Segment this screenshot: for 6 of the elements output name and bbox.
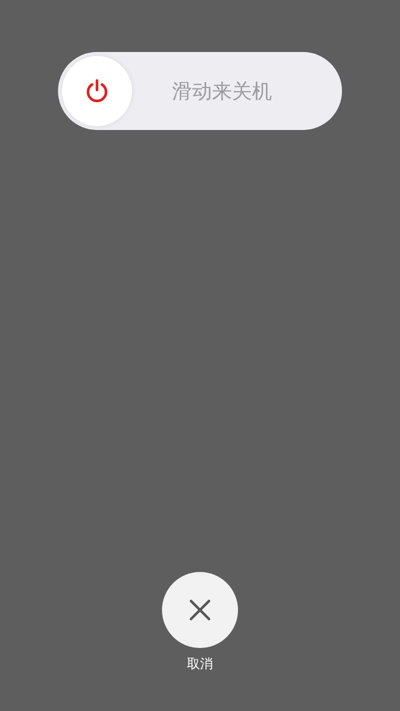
power-icon: [84, 78, 110, 104]
cancel-label: 取消: [187, 656, 213, 673]
slide-label: 滑动来关机: [171, 78, 273, 104]
power-off-slider[interactable]: 滑动来关机: [58, 52, 342, 130]
close-icon: [189, 599, 211, 621]
slider-knob[interactable]: [62, 56, 132, 126]
